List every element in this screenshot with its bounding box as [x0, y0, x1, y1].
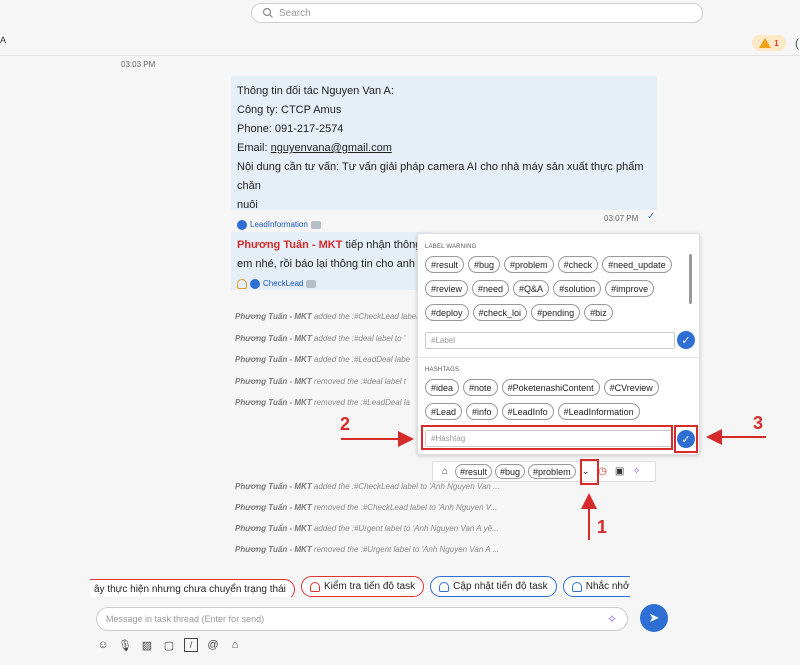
image-icon[interactable]: ▨ — [140, 638, 154, 652]
send-icon: ➤ — [648, 610, 660, 625]
quick-action-row: ây thực hiện nhưng chưa chuyển trạng thá… — [90, 576, 630, 597]
bell-icon — [309, 581, 320, 592]
bell-icon — [439, 581, 450, 592]
italic-icon[interactable]: / — [184, 638, 198, 652]
annotation-number-2: 2 — [340, 414, 351, 434]
file-icon[interactable]: ▢ — [162, 638, 176, 652]
annotation-arrows — [341, 429, 766, 540]
quick-action-button[interactable]: Kiểm tra tiến độ task — [300, 576, 425, 597]
tag-icon[interactable]: ⌂ — [228, 638, 242, 652]
annotation-number-1: 1 — [597, 517, 608, 537]
send-button[interactable]: ➤ — [640, 604, 668, 632]
quick-action-button[interactable]: ây thực hiện nhưng chưa chuyển trạng thá… — [90, 578, 295, 597]
composer-toolbar: ☺ 🎙 ▨ ▢ / @ ⌂ — [96, 638, 242, 652]
ai-sparkle-icon[interactable]: ✧ — [607, 612, 617, 626]
mention-icon[interactable]: @ — [206, 638, 220, 652]
microphone-icon[interactable]: 🎙 — [118, 638, 132, 652]
message-input[interactable]: Message in task thread (Enter for send) … — [96, 607, 628, 631]
quick-action-button[interactable]: Nhắc nhở task sắp tớ — [562, 576, 630, 597]
message-placeholder: Message in task thread (Enter for send) — [106, 614, 265, 624]
quick-action-button[interactable]: Cập nhật tiến độ task — [430, 576, 557, 597]
bell-icon — [571, 581, 582, 592]
emoji-icon[interactable]: ☺ — [96, 638, 110, 652]
annotation-number-3: 3 — [753, 413, 764, 433]
